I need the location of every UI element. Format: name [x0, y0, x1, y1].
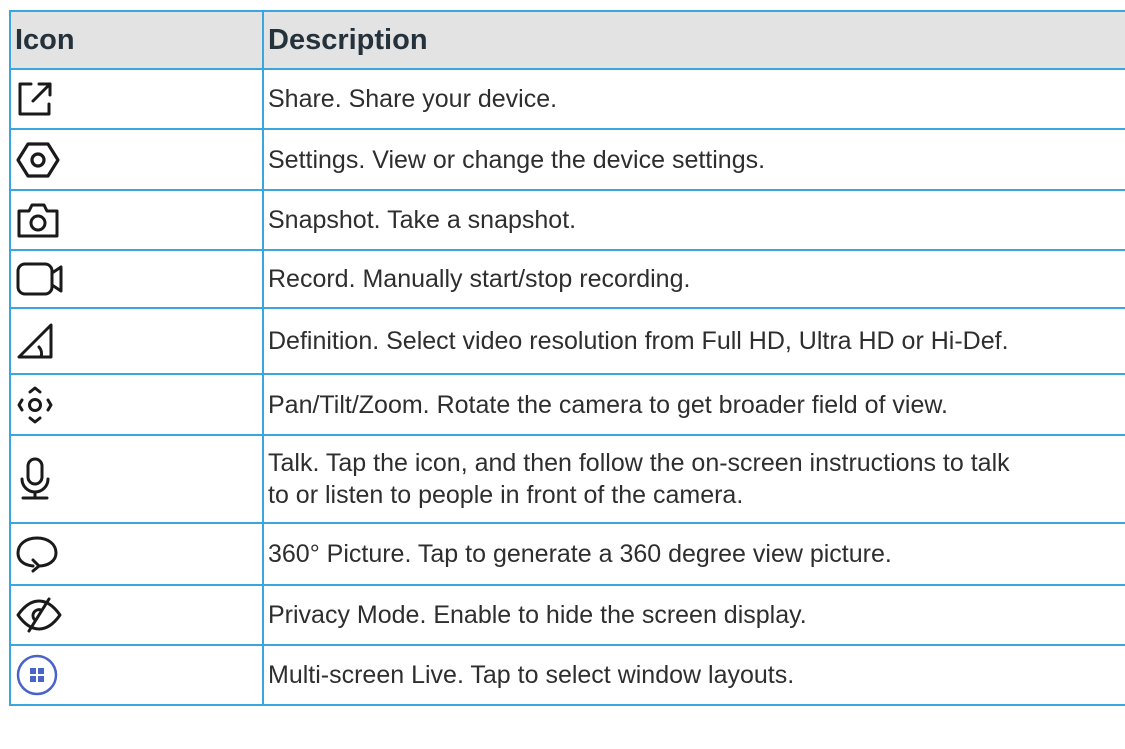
icon-column-header: Icon — [9, 10, 264, 70]
description-line: to or listen to people in front of the c… — [268, 481, 744, 509]
table-cell-description: Record. Manually start/stop recording. — [262, 249, 1125, 309]
table-cell-description: Multi-screen Live. Tap to select window … — [262, 644, 1125, 706]
table-row: Talk. Tap the icon, and then follow the … — [9, 434, 1125, 524]
table-cell-description: Privacy Mode. Enable to hide the screen … — [262, 584, 1125, 646]
pan-tilt-zoom-icon — [15, 384, 262, 426]
table-cell-description: Share. Share your device. — [262, 68, 1125, 130]
table-row: Record. Manually start/stop recording. — [9, 249, 1125, 309]
table-cell-description: Talk. Tap the icon, and then follow the … — [262, 434, 1125, 524]
snapshot-camera-icon — [15, 201, 262, 239]
table-cell-description: Definition. Select video resolution from… — [262, 307, 1125, 375]
description-column-header: Description — [262, 10, 1125, 70]
table-cell-description: Snapshot. Take a snapshot. — [262, 189, 1125, 251]
table-row: Settings. View or change the device sett… — [9, 128, 1125, 191]
definition-icon — [15, 321, 262, 361]
table-row: Share. Share your device. — [9, 68, 1125, 130]
share-icon — [15, 79, 262, 119]
table-row: Multi-screen Live. Tap to select window … — [9, 644, 1125, 706]
icon-description-table: Icon Description Share. Share your devic… — [9, 10, 1125, 706]
multi-screen-icon — [15, 653, 262, 697]
table-row: Privacy Mode. Enable to hide the screen … — [9, 584, 1125, 646]
settings-icon — [15, 140, 262, 180]
table-row: 360° Picture. Tap to generate a 360 degr… — [9, 522, 1125, 586]
record-video-icon — [15, 261, 262, 297]
table-row: Pan/Tilt/Zoom. Rotate the camera to get … — [9, 373, 1125, 436]
table-row: Snapshot. Take a snapshot. — [9, 189, 1125, 251]
table-header-row: Icon Description — [9, 10, 1125, 70]
table-cell-description: Settings. View or change the device sett… — [262, 128, 1125, 191]
table-row: Definition. Select video resolution from… — [9, 307, 1125, 375]
table-cell-description: 360° Picture. Tap to generate a 360 degr… — [262, 522, 1125, 586]
privacy-mode-icon — [15, 595, 262, 635]
talk-microphone-icon — [15, 456, 262, 502]
panorama-360-icon — [15, 534, 262, 574]
table-cell-description: Pan/Tilt/Zoom. Rotate the camera to get … — [262, 373, 1125, 436]
description-line: Talk. Tap the icon, and then follow the … — [268, 449, 1010, 477]
